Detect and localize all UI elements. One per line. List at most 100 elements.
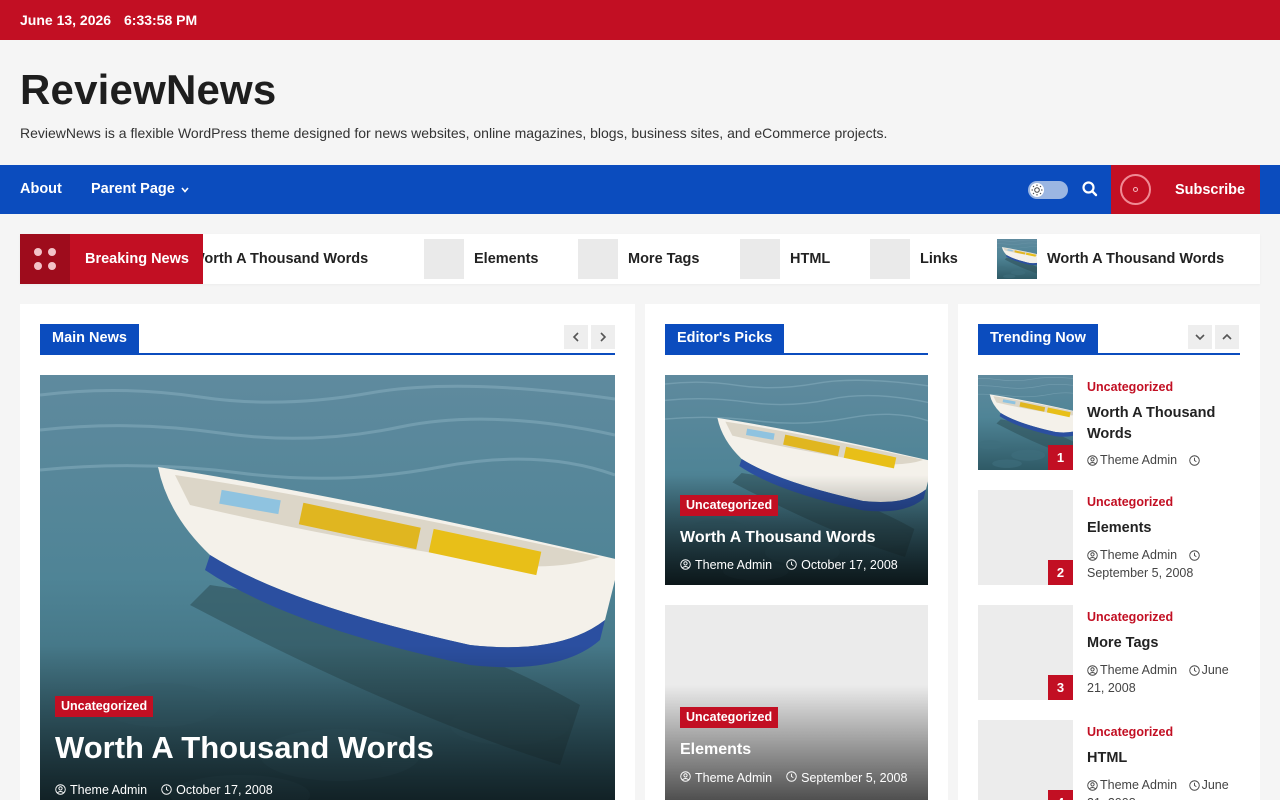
editor-pick-card[interactable]: Uncategorized Elements Theme Admin Septe…: [665, 605, 928, 800]
author-name[interactable]: Theme Admin: [70, 783, 147, 797]
site-title[interactable]: ReviewNews: [20, 66, 276, 114]
ticker-item-title: HTML: [790, 251, 831, 267]
trending-meta: Theme Admin June 21, 2008: [1087, 776, 1240, 800]
hero-article[interactable]: Uncategorized Worth A Thousand Words The…: [40, 375, 615, 800]
category-link[interactable]: Uncategorized: [1087, 495, 1173, 509]
clock-icon: [1188, 665, 1200, 676]
author-name[interactable]: Theme Admin: [695, 770, 772, 787]
trending-rank: 1: [1048, 445, 1073, 470]
trending-now-panel: Trending Now 1 Uncategorized Worth A Tho…: [958, 304, 1260, 800]
trending-title[interactable]: Elements: [1087, 518, 1240, 539]
dark-mode-toggle[interactable]: [1028, 181, 1068, 199]
search-icon[interactable]: [1081, 180, 1099, 198]
ticker-thumbnail: [997, 239, 1037, 279]
top-bar: June 13, 2026 6:33:58 PM: [0, 0, 1280, 40]
clock-icon: [786, 559, 797, 570]
category-link[interactable]: Uncategorized: [1087, 380, 1173, 394]
prev-arrow-button[interactable]: [564, 325, 588, 349]
ticker-thumbnail: [578, 239, 618, 279]
author-name[interactable]: Theme Admin: [1100, 778, 1177, 792]
user-icon: [1087, 665, 1098, 676]
trending-item[interactable]: 4 Uncategorized HTML Theme Admin June 21…: [978, 720, 1240, 800]
live-button[interactable]: [1111, 165, 1160, 214]
category-link[interactable]: Uncategorized: [1087, 725, 1173, 739]
section-title-label: Main News: [40, 324, 139, 353]
breaking-news-bar: Breaking News Worth A Thousand Words Ele…: [20, 234, 1260, 284]
author-name[interactable]: Theme Admin: [1100, 663, 1177, 677]
editors-picks-panel: Editor's Picks Uncategorized Worth A Tho…: [645, 304, 948, 800]
ticker-item[interactable]: Worth A Thousand Words: [203, 234, 368, 284]
trending-rank: 2: [1048, 560, 1073, 585]
post-date[interactable]: September 5, 2008: [801, 770, 907, 787]
ticker-item[interactable]: HTML: [740, 234, 830, 284]
scroll-down-button[interactable]: [1188, 325, 1212, 349]
post-date[interactable]: September 5, 2008: [1087, 566, 1193, 580]
clock-icon: [1188, 780, 1200, 791]
user-icon: [680, 771, 691, 782]
trending-rank: 3: [1048, 675, 1073, 700]
editor-pick-card[interactable]: Uncategorized Worth A Thousand Words The…: [665, 375, 928, 585]
author-name[interactable]: Theme Admin: [1100, 453, 1177, 467]
ticker-item-title: Elements: [474, 251, 539, 267]
post-date[interactable]: October 17, 2008: [176, 783, 273, 797]
trending-thumbnail: [978, 720, 1073, 800]
category-badge[interactable]: Uncategorized: [680, 495, 779, 516]
card-meta: Theme Admin October 17, 2008: [680, 558, 898, 572]
trending-title[interactable]: HTML: [1087, 748, 1240, 769]
trending-item[interactable]: 2 Uncategorized Elements Theme Admin Sep…: [978, 490, 1240, 585]
trending-meta: Theme Admin September 5, 2008: [1087, 546, 1240, 582]
ticker-item-title: More Tags: [628, 251, 700, 267]
user-icon: [55, 784, 66, 795]
chevron-down-icon: [181, 185, 189, 196]
category-link[interactable]: Uncategorized: [1087, 610, 1173, 624]
news-ticker: Worth A Thousand Words Elements More Tag…: [203, 234, 1260, 284]
user-icon: [1087, 780, 1098, 791]
category-badge[interactable]: Uncategorized: [55, 696, 154, 717]
section-title: Main News: [40, 324, 615, 355]
clock-icon: [1188, 550, 1200, 561]
card-title[interactable]: Worth A Thousand Words: [680, 529, 876, 547]
trending-item[interactable]: 1 Uncategorized Worth A Thousand Words T…: [978, 375, 1240, 470]
nav-item-parent-page[interactable]: Parent Page: [91, 181, 189, 197]
ticker-item-title: Worth A Thousand Words: [1047, 251, 1225, 267]
subscribe-button[interactable]: Subscribe: [1160, 165, 1260, 214]
main-news-panel: Main News Uncategorized Worth A Thousand…: [20, 304, 635, 800]
hero-title[interactable]: Worth A Thousand Words: [55, 730, 434, 766]
ticker-item-title: Worth A Thousand Words: [203, 251, 369, 267]
trending-title[interactable]: Worth A Thousand Words: [1087, 403, 1240, 445]
card-title[interactable]: Elements: [680, 741, 751, 759]
ticker-item[interactable]: More Tags: [578, 234, 699, 284]
dots-grid-icon: [20, 234, 70, 284]
trending-item[interactable]: 3 Uncategorized More Tags Theme Admin Ju…: [978, 605, 1240, 700]
clock-icon: [161, 784, 172, 795]
user-icon: [1087, 455, 1098, 466]
section-title-label: Trending Now: [978, 324, 1098, 353]
ticker-thumbnail: [740, 239, 780, 279]
trending-meta: Theme Admin: [1087, 451, 1240, 469]
author-name[interactable]: Theme Admin: [695, 558, 772, 572]
current-time: 6:33:58 PM: [124, 12, 198, 28]
section-title: Editor's Picks: [665, 324, 928, 355]
next-arrow-button[interactable]: [591, 325, 615, 349]
sun-icon: [1030, 183, 1044, 197]
trending-title[interactable]: More Tags: [1087, 633, 1240, 654]
ticker-item[interactable]: Links: [870, 234, 958, 284]
category-badge[interactable]: Uncategorized: [680, 707, 779, 728]
clock-icon: [1188, 455, 1200, 466]
ticker-thumbnail: [870, 239, 910, 279]
breaking-news-label: Breaking News: [70, 234, 203, 284]
ticker-item[interactable]: Elements: [424, 234, 538, 284]
ticker-thumbnail: [424, 239, 464, 279]
ticker-item[interactable]: Worth A Thousand Words: [997, 234, 1224, 284]
scroll-up-button[interactable]: [1215, 325, 1239, 349]
user-icon: [1087, 550, 1098, 561]
trending-meta: Theme Admin June 21, 2008: [1087, 661, 1240, 697]
post-date[interactable]: October 17, 2008: [801, 558, 898, 572]
nav-item-about[interactable]: About: [20, 181, 62, 197]
trending-rank: 4: [1048, 790, 1073, 800]
nav-item-label: Parent Page: [91, 181, 175, 197]
author-name[interactable]: Theme Admin: [1100, 548, 1177, 562]
current-date: June 13, 2026: [20, 12, 112, 28]
ticker-item-title: Links: [920, 251, 958, 267]
card-meta: Theme Admin September 5, 2008: [680, 770, 915, 787]
